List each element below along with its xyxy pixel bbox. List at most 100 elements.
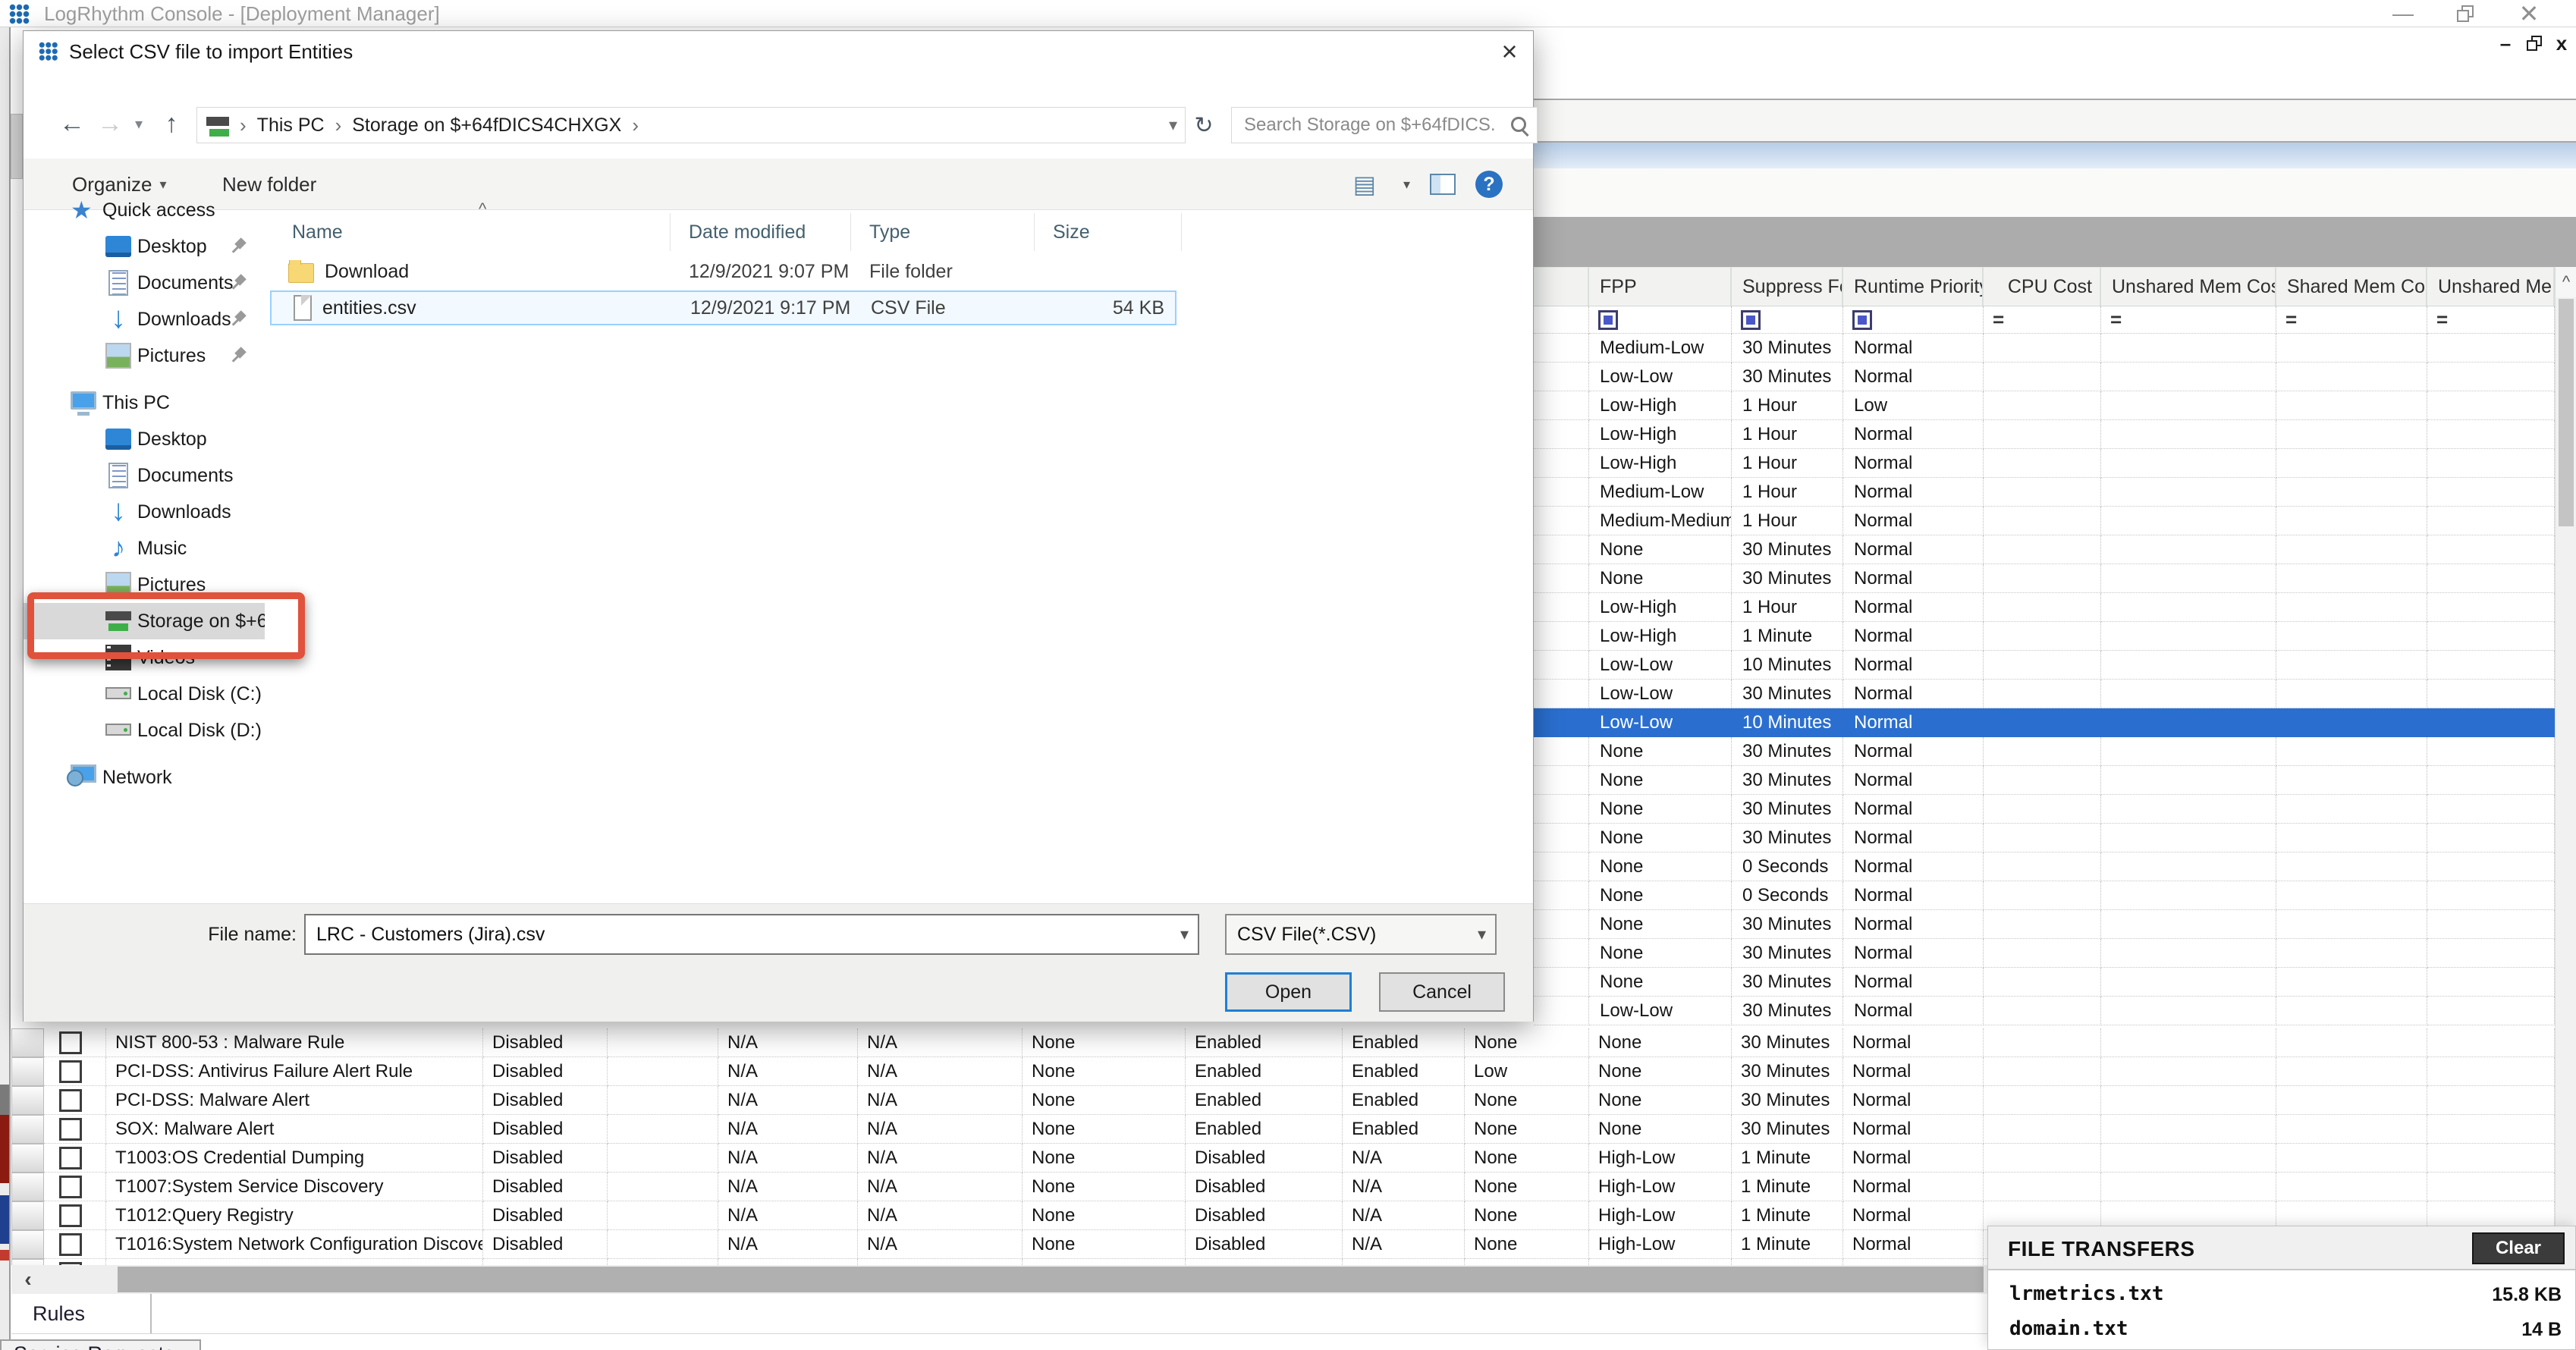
help-button[interactable]: ? (1475, 171, 1503, 198)
sidebar-item[interactable]: Desktop (24, 421, 265, 457)
search-box[interactable]: Search Storage on $+64fDICS... (1231, 107, 1538, 143)
column-date-modified[interactable]: Date modified (671, 213, 851, 251)
bg-table-row[interactable]: Low-High 1 Hour Normal (1534, 593, 2555, 622)
sidebar-item[interactable]: This PC (24, 385, 265, 421)
rule-row[interactable]: NIST 800-53 : Malware Rule Disabled N/A … (11, 1028, 2555, 1057)
bg-table-row[interactable]: None 30 Minutes Normal (1534, 939, 2555, 968)
refresh-button[interactable]: ↻ (1187, 107, 1220, 143)
sidebar-item[interactable]: Music (24, 530, 265, 567)
filter-shared[interactable]: = (2276, 306, 2427, 334)
file-name-input[interactable]: LRC - Customers (Jira).csv ▾ (304, 914, 1199, 955)
forward-button[interactable]: → (93, 104, 127, 143)
sidebar-item[interactable]: Documents (24, 457, 265, 494)
row-header-cell[interactable] (11, 1086, 44, 1115)
up-button[interactable]: ↑ (154, 104, 189, 143)
bg-col-cpu-cost[interactable]: CPU Cost (1984, 267, 2101, 306)
filter-unshared[interactable]: = (2101, 306, 2276, 334)
bg-table-row[interactable]: None 30 Minutes Normal (1534, 737, 2555, 766)
mdi-restore-button[interactable] (2521, 32, 2547, 55)
sidebar-item[interactable]: Local Disk (C:) (24, 676, 265, 712)
bg-table-row[interactable]: None 0 Seconds Normal (1534, 852, 2555, 881)
file-row[interactable]: entities.csv 12/9/2021 9:17 PM CSV File … (270, 290, 1176, 325)
rule-checkbox[interactable] (59, 1089, 82, 1112)
bg-col-unshared-mem-cost[interactable]: Unshared Mem Cost (2101, 267, 2276, 306)
address-bar[interactable]: › This PC › Storage on $+64fDICS4CHXGX ›… (196, 107, 1186, 143)
mdi-close-button[interactable]: x (2549, 32, 2574, 55)
sidebar-item[interactable]: Downloads (24, 301, 265, 338)
view-dropdown-icon[interactable]: ▾ (1403, 177, 1410, 193)
view-list-icon[interactable]: ▤ (1353, 170, 1376, 199)
sidebar-item[interactable]: Pictures (24, 338, 265, 374)
bg-table-row[interactable]: Low-High 1 Hour Normal (1534, 420, 2555, 449)
tab-service-requests[interactable]: Service Requests (0, 1339, 201, 1350)
bg-table-row[interactable]: Low-High 1 Minute Normal (1534, 622, 2555, 651)
back-button[interactable]: ← (52, 104, 92, 143)
window-close-button[interactable]: ✕ (2508, 0, 2550, 27)
preview-pane-icon[interactable] (1430, 174, 1456, 195)
bg-col-shared-mem-cost[interactable]: Shared Mem Cost (2276, 267, 2427, 306)
bg-table-row[interactable]: Medium-Medium 1 Hour Normal (1534, 507, 2555, 535)
open-button[interactable]: Open (1225, 972, 1352, 1012)
file-type-select[interactable]: CSV File(*.CSV) ▾ (1225, 914, 1497, 955)
bg-col-suppress-for[interactable]: Suppress For (1732, 267, 1843, 306)
bg-table-row[interactable]: Low-Low 10 Minutes Normal (1534, 651, 2555, 680)
sidebar-item[interactable]: Downloads (24, 494, 265, 530)
breadcrumb-storage[interactable]: Storage on $+64fDICS4CHXGX (352, 115, 621, 137)
bg-table-row[interactable]: None 30 Minutes Normal (1534, 910, 2555, 939)
bg-table-row[interactable]: None 30 Minutes Normal (1534, 968, 2555, 997)
row-header-cell[interactable] (11, 1230, 44, 1259)
chevron-down-icon[interactable]: ▾ (1180, 925, 1189, 944)
rule-checkbox[interactable] (59, 1176, 82, 1198)
bg-table-row[interactable]: None 30 Minutes Normal (1534, 824, 2555, 852)
bg-table-row[interactable]: Low-Low 30 Minutes Normal (1534, 680, 2555, 708)
bg-col-fpp[interactable]: FPP (1589, 267, 1732, 306)
cancel-button[interactable]: Cancel (1379, 972, 1505, 1012)
breadcrumb-this-pc[interactable]: This PC (257, 115, 325, 137)
bg-table-row[interactable]: Low-High 1 Hour Low (1534, 391, 2555, 420)
rule-row[interactable]: SOX: Malware Alert Disabled N/A N/A None… (11, 1115, 2555, 1144)
bg-table-row[interactable]: None 30 Minutes Normal (1534, 795, 2555, 824)
vertical-scrollbar[interactable]: ^ (2555, 267, 2576, 1265)
recent-locations-dropdown[interactable]: ▾ (128, 104, 149, 143)
bg-table-row[interactable]: None 30 Minutes Normal (1534, 535, 2555, 564)
column-type[interactable]: Type (851, 213, 1035, 251)
horizontal-scroll-thumb[interactable] (118, 1267, 1984, 1292)
filter-cpu[interactable]: = (1984, 306, 2101, 334)
scroll-left-button[interactable]: ‹ (11, 1265, 45, 1294)
file-row[interactable]: Download 12/9/2021 9:07 PM File folder (270, 254, 1176, 289)
filter-suppress[interactable] (1732, 306, 1843, 334)
bg-col-runtime-priority[interactable]: Runtime Priority (1843, 267, 1984, 306)
rule-row[interactable]: T1003:OS Credential Dumping Disabled N/A… (11, 1144, 2555, 1173)
rule-row[interactable]: T1007:System Service Discovery Disabled … (11, 1173, 2555, 1201)
dialog-close-button[interactable]: × (1487, 34, 1531, 69)
bg-table-row[interactable]: None 30 Minutes Normal (1534, 766, 2555, 795)
rule-row[interactable]: PCI-DSS: Malware Alert Disabled N/A N/A … (11, 1086, 2555, 1115)
rule-checkbox[interactable] (59, 1147, 82, 1169)
rule-checkbox[interactable] (59, 1204, 82, 1227)
filter-unshared-2[interactable]: = (2427, 306, 2555, 334)
sidebar-item[interactable]: Documents (24, 265, 265, 301)
vertical-scroll-thumb[interactable] (2559, 299, 2574, 526)
row-header-cell[interactable] (11, 1201, 44, 1230)
column-name[interactable]: Name (274, 213, 671, 251)
sidebar-item[interactable]: Desktop (24, 228, 265, 265)
bg-table-row[interactable]: None 0 Seconds Normal (1534, 881, 2555, 910)
filter-fpp[interactable] (1589, 306, 1732, 334)
bg-table-row[interactable]: Low-Low 10 Minutes Normal (1534, 708, 2555, 737)
window-minimize-button[interactable]: — (2382, 0, 2424, 27)
tab-rules[interactable]: Rules (11, 1294, 152, 1333)
rule-checkbox[interactable] (59, 1060, 82, 1083)
scroll-up-button[interactable]: ^ (2556, 267, 2576, 297)
column-size[interactable]: Size (1035, 213, 1182, 251)
row-header-cell[interactable] (11, 1028, 44, 1057)
bg-table-row[interactable]: None 30 Minutes Normal (1534, 564, 2555, 593)
filter-runtime[interactable] (1843, 306, 1984, 334)
bg-table-row[interactable]: Low-Low 30 Minutes Normal (1534, 997, 2555, 1025)
chevron-down-icon[interactable]: ▾ (1478, 925, 1486, 944)
rule-checkbox[interactable] (59, 1118, 82, 1141)
rule-row[interactable]: PCI-DSS: Antivirus Failure Alert Rule Di… (11, 1057, 2555, 1086)
sidebar-item[interactable]: Network (24, 759, 265, 796)
bg-col-unshared-mem-2[interactable]: Unshared Me (2427, 267, 2555, 306)
rule-checkbox[interactable] (59, 1233, 82, 1256)
sidebar-item[interactable]: Quick access (24, 192, 265, 228)
